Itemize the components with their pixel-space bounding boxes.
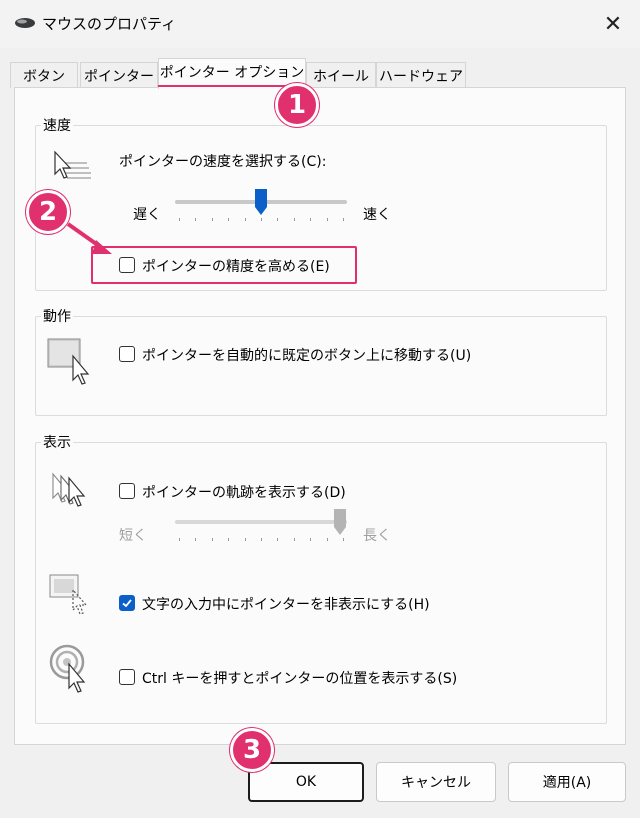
slider-tick — [343, 538, 344, 541]
slider-tick — [244, 218, 246, 221]
ctrl-locate-label: Ctrl キーを押すとポインターの位置を表示する(S) — [142, 671, 458, 687]
slider-tick — [244, 538, 246, 541]
close-button[interactable]: ✕ — [586, 0, 640, 48]
slider-tick — [179, 538, 180, 541]
step-1-number: 1 — [287, 90, 307, 120]
ok-label: OK — [295, 774, 317, 790]
window-title: マウスのプロパティ — [42, 15, 177, 33]
slider-tick — [326, 218, 328, 221]
trail-slider-thumb[interactable] — [333, 508, 347, 536]
speed-fast-label: 速く — [363, 207, 391, 223]
slider-tick — [195, 538, 197, 541]
slider-tick — [293, 218, 295, 221]
motion-group — [35, 316, 607, 416]
slider-tick — [261, 538, 262, 541]
tab-label: ホイール — [313, 69, 369, 85]
slider-tick — [326, 538, 328, 541]
tab-label: ポインター オプション — [159, 65, 305, 81]
slider-tick — [195, 218, 197, 221]
step-2-arrow-icon — [66, 222, 112, 254]
ok-button[interactable]: OK — [248, 762, 364, 802]
tab-label: ハードウェア — [379, 69, 463, 85]
slider-tick — [343, 218, 344, 221]
slider-tick — [211, 538, 213, 541]
step-1-badge: 1 — [275, 83, 319, 127]
slider-tick — [228, 538, 230, 541]
cancel-button[interactable]: キャンセル — [376, 762, 496, 802]
precision-label: ポインターの精度を高める(E) — [142, 259, 330, 275]
step-3-badge: 3 — [230, 728, 274, 772]
trail-slider-track[interactable] — [175, 520, 347, 524]
visibility-legend: 表示 — [41, 432, 73, 452]
options-panel: 速度 ポインターの速度を選択する(C): 遅く 速く ポインターの精度を高める(… — [14, 87, 626, 745]
speed-slider-thumb[interactable] — [254, 188, 268, 216]
tab-hardware[interactable]: ハードウェア — [376, 62, 466, 88]
cancel-label: キャンセル — [401, 775, 471, 791]
slider-tick — [261, 218, 262, 221]
precision-checkbox[interactable] — [119, 257, 135, 273]
hide-typing-checkbox[interactable] — [119, 595, 135, 611]
trail-long-label: 長く — [363, 528, 391, 544]
checkmark-icon — [122, 599, 132, 608]
trails-label: ポインターの軌跡を表示する(D) — [142, 485, 346, 501]
tab-pointers[interactable]: ポインター — [80, 62, 158, 88]
slider-tick — [277, 538, 279, 541]
slider-tick — [277, 218, 279, 221]
mouse-icon — [15, 18, 35, 28]
pointer-speed-icon — [54, 150, 91, 179]
apply-button[interactable]: 適用(A) — [508, 762, 626, 802]
trail-short-label: 短く — [119, 528, 147, 544]
tab-label: ボタン — [23, 69, 65, 85]
slider-tick — [310, 218, 312, 221]
snap-to-button-icon — [47, 338, 90, 385]
slider-tick — [228, 218, 230, 221]
apply-label: 適用(A) — [542, 775, 592, 791]
active-tab-highlight — [158, 85, 304, 87]
motion-legend: 動作 — [41, 306, 73, 326]
speed-slow-label: 遅く — [133, 207, 161, 223]
slider-tick — [310, 538, 312, 541]
tab-wheel[interactable]: ホイール — [306, 62, 376, 88]
hide-typing-label: 文字の入力中にポインターを非表示にする(H) — [142, 597, 430, 613]
hide-while-typing-icon — [49, 574, 88, 615]
pointer-trails-icon — [52, 472, 86, 507]
tab-label: ポインター — [84, 69, 154, 85]
close-icon: ✕ — [603, 11, 623, 37]
speed-legend: 速度 — [41, 115, 73, 135]
title-bar: マウスのプロパティ ✕ — [0, 0, 640, 48]
step-2-number: 2 — [38, 197, 58, 227]
slider-tick — [179, 218, 180, 221]
snap-checkbox[interactable] — [119, 346, 135, 362]
speed-select-label: ポインターの速度を選択する(C): — [119, 154, 327, 170]
trails-checkbox[interactable] — [119, 483, 135, 499]
ctrl-locate-icon — [49, 644, 86, 693]
slider-tick — [293, 538, 295, 541]
tab-buttons[interactable]: ボタン — [10, 62, 78, 88]
slider-tick — [211, 218, 213, 221]
step-2-badge: 2 — [26, 190, 70, 234]
ctrl-locate-checkbox[interactable] — [119, 669, 135, 685]
snap-label: ポインターを自動的に既定のボタン上に移動する(U) — [142, 348, 472, 364]
step-3-number: 3 — [242, 735, 262, 765]
